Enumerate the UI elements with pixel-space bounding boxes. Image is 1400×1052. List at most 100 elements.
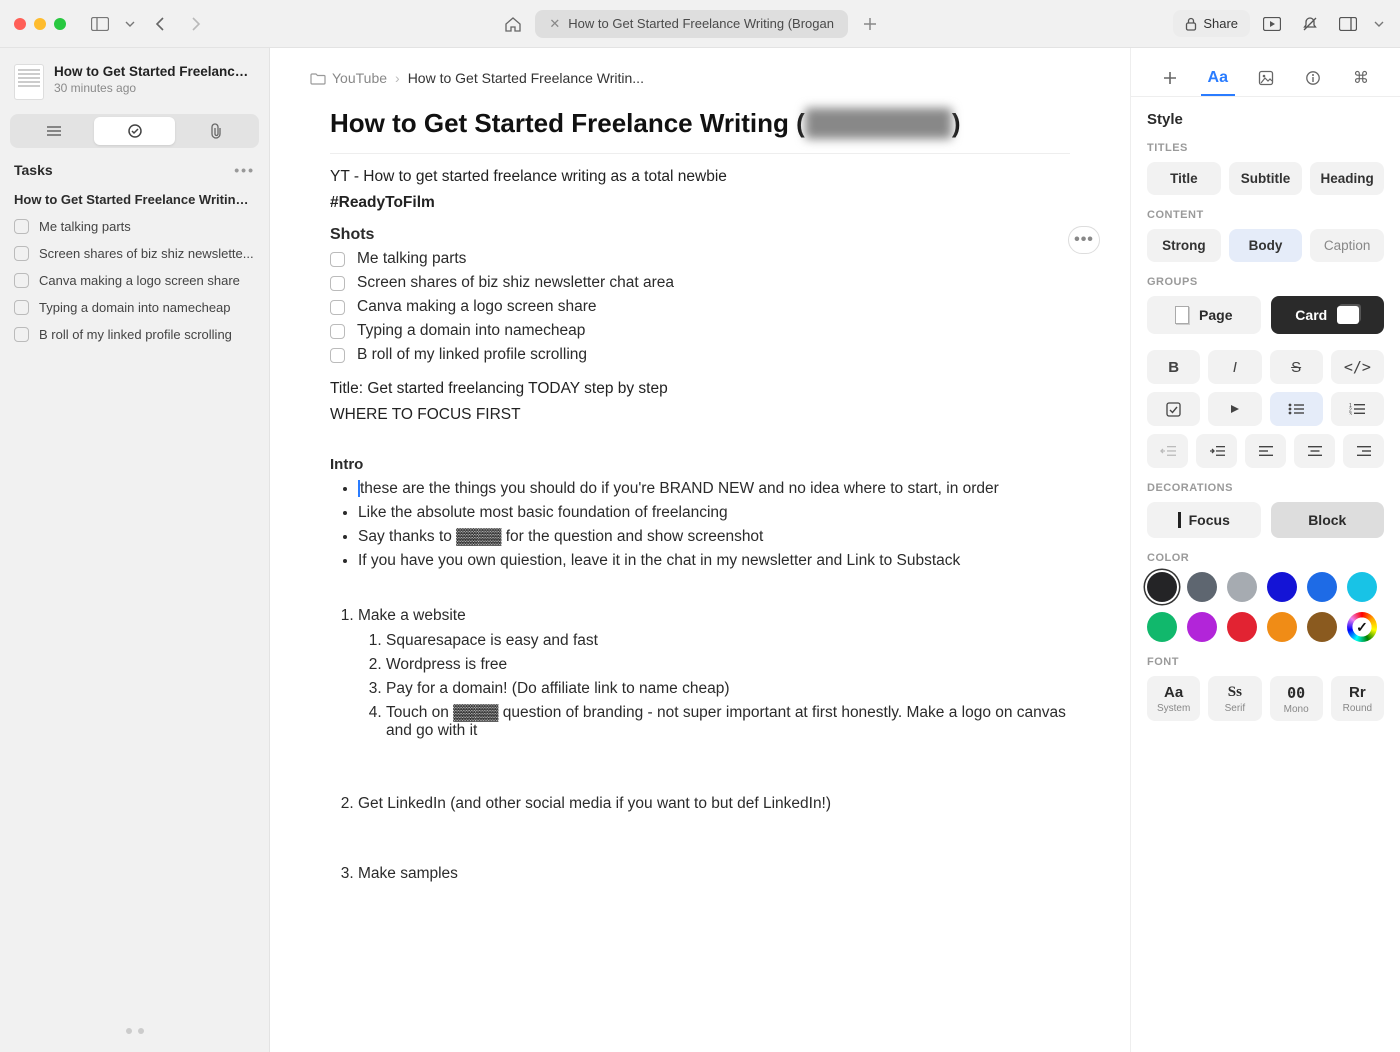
page-title[interactable]: How to Get Started Freelance Writing (Re… xyxy=(330,108,961,139)
zoom-window[interactable] xyxy=(54,18,66,30)
media-tab-icon[interactable] xyxy=(1249,62,1283,96)
nav-forward-icon[interactable] xyxy=(182,10,210,38)
align-left-button[interactable] xyxy=(1245,434,1286,468)
todo-item[interactable]: Typing a domain into namecheap xyxy=(330,322,1070,340)
toggle-sidebar-icon[interactable] xyxy=(86,10,114,38)
list-item[interactable]: Touch on ▓▓▓▓ question of branding - not… xyxy=(386,701,1070,743)
task-item[interactable]: Screen shares of biz shiz newslette... xyxy=(14,242,255,265)
checklist-button[interactable] xyxy=(1147,392,1200,426)
checkbox-icon[interactable] xyxy=(14,273,29,288)
hashtag[interactable]: #ReadyToFilm xyxy=(330,194,1070,212)
list-item[interactable]: Squaresapace is easy and fast xyxy=(386,629,1070,653)
checkbox-icon[interactable] xyxy=(330,348,345,363)
list-item[interactable]: Like the absolute most basic foundation … xyxy=(358,501,1070,525)
list-item[interactable]: Say thanks to ▓▓▓▓ for the question and … xyxy=(358,525,1070,549)
color-swatch[interactable] xyxy=(1307,572,1337,602)
insert-tab-icon[interactable] xyxy=(1153,62,1187,96)
checkbox-icon[interactable] xyxy=(330,276,345,291)
task-item[interactable]: Typing a domain into namecheap xyxy=(14,296,255,319)
style-body-button[interactable]: Body xyxy=(1229,229,1303,262)
list-item[interactable]: Wordpress is free xyxy=(386,653,1070,677)
style-title-button[interactable]: Title xyxy=(1147,162,1221,195)
font-system-button[interactable]: AaSystem xyxy=(1147,676,1200,721)
style-tab-icon[interactable]: Aa xyxy=(1201,62,1235,96)
checkbox-icon[interactable] xyxy=(14,246,29,261)
color-swatch[interactable] xyxy=(1147,572,1177,602)
nav-back-icon[interactable] xyxy=(146,10,174,38)
list-item[interactable]: these are the things you should do if yo… xyxy=(358,477,1070,501)
task-item[interactable]: Me talking parts xyxy=(14,215,255,238)
attachments-view-tab[interactable] xyxy=(175,117,256,145)
decoration-focus-button[interactable]: Focus xyxy=(1147,502,1261,538)
active-tab[interactable]: ✕ How to Get Started Freelance Writing (… xyxy=(535,10,848,38)
paragraph[interactable]: Title: Get started freelancing TODAY ste… xyxy=(330,380,1070,398)
color-swatch[interactable] xyxy=(1227,612,1257,642)
color-picker-button[interactable] xyxy=(1347,612,1377,642)
group-card-button[interactable]: Card xyxy=(1271,296,1385,334)
numbered-list-button[interactable]: 123 xyxy=(1331,392,1384,426)
outdent-button[interactable] xyxy=(1147,434,1188,468)
checkbox-icon[interactable] xyxy=(14,327,29,342)
color-swatch[interactable] xyxy=(1227,572,1257,602)
font-mono-button[interactable]: 00Mono xyxy=(1270,676,1323,721)
shortcuts-tab-icon[interactable]: ⌘ xyxy=(1344,62,1378,96)
todo-item[interactable]: Screen shares of biz shiz newsletter cha… xyxy=(330,274,1070,292)
toggle-inspector-icon[interactable] xyxy=(1334,10,1362,38)
checkbox-icon[interactable] xyxy=(330,300,345,315)
task-item[interactable]: Canva making a logo screen share xyxy=(14,269,255,292)
style-caption-button[interactable]: Caption xyxy=(1310,229,1384,262)
color-swatch[interactable] xyxy=(1267,572,1297,602)
play-slideshow-icon[interactable] xyxy=(1258,10,1286,38)
checkbox-icon[interactable] xyxy=(330,324,345,339)
share-button[interactable]: Share xyxy=(1173,10,1250,37)
task-item[interactable]: B roll of my linked profile scrolling xyxy=(14,323,255,346)
tasks-view-tab[interactable] xyxy=(94,117,175,145)
editor[interactable]: YouTube › How to Get Started Freelance W… xyxy=(270,48,1130,1052)
color-swatch[interactable] xyxy=(1307,612,1337,642)
list-item[interactable]: Get LinkedIn (and other social media if … xyxy=(358,789,1070,819)
intro-heading[interactable]: Intro xyxy=(330,456,1070,473)
color-swatch[interactable] xyxy=(1347,572,1377,602)
minimize-window[interactable] xyxy=(34,18,46,30)
group-page-button[interactable]: Page xyxy=(1147,296,1261,334)
list-item[interactable]: If you have you own quiestion, leave it … xyxy=(358,549,1070,573)
outline-view-tab[interactable] xyxy=(13,117,94,145)
align-right-button[interactable] xyxy=(1343,434,1384,468)
italic-button[interactable]: I xyxy=(1208,350,1261,384)
bold-button[interactable]: B xyxy=(1147,350,1200,384)
paragraph[interactable]: WHERE TO FOCUS FIRST xyxy=(330,406,1070,424)
bullet-list[interactable]: these are the things you should do if yo… xyxy=(330,477,1070,573)
list-item[interactable]: Make samples xyxy=(358,859,1070,889)
note-card[interactable]: How to Get Started Freelance Wr... 30 mi… xyxy=(10,58,259,110)
code-button[interactable]: </> xyxy=(1331,350,1384,384)
style-subtitle-button[interactable]: Subtitle xyxy=(1229,162,1303,195)
indent-button[interactable] xyxy=(1196,434,1237,468)
breadcrumb-folder[interactable]: YouTube xyxy=(310,70,387,86)
align-center-button[interactable] xyxy=(1294,434,1335,468)
font-round-button[interactable]: RrRound xyxy=(1331,676,1384,721)
checkbox-icon[interactable] xyxy=(14,219,29,234)
todo-item[interactable]: Me talking parts xyxy=(330,250,1070,268)
close-tab-icon[interactable]: ✕ xyxy=(549,16,560,32)
block-more-icon[interactable]: ••• xyxy=(1068,226,1100,254)
font-serif-button[interactable]: SsSerif xyxy=(1208,676,1261,721)
style-strong-button[interactable]: Strong xyxy=(1147,229,1221,262)
todo-item[interactable]: B roll of my linked profile scrolling xyxy=(330,346,1070,364)
checkbox-icon[interactable] xyxy=(14,300,29,315)
notifications-off-icon[interactable] xyxy=(1296,10,1324,38)
new-tab-icon[interactable] xyxy=(856,10,884,38)
todo-item[interactable]: Canva making a logo screen share xyxy=(330,298,1070,316)
color-swatch[interactable] xyxy=(1187,612,1217,642)
chevron-down-icon[interactable] xyxy=(1372,10,1386,38)
style-heading-button[interactable]: Heading xyxy=(1310,162,1384,195)
decoration-block-button[interactable]: Block xyxy=(1271,502,1385,538)
home-icon[interactable] xyxy=(499,10,527,38)
list-item[interactable]: Make a website Squaresapace is easy and … xyxy=(358,601,1070,749)
shots-heading[interactable]: Shots xyxy=(330,226,1070,244)
paragraph[interactable]: YT - How to get started freelance writin… xyxy=(330,168,1070,186)
tasks-more-icon[interactable]: ••• xyxy=(234,162,255,178)
color-swatch[interactable] xyxy=(1267,612,1297,642)
toggle-list-button[interactable] xyxy=(1208,392,1261,426)
chevron-down-icon[interactable] xyxy=(122,10,138,38)
list-item[interactable]: Pay for a domain! (Do affiliate link to … xyxy=(386,677,1070,701)
